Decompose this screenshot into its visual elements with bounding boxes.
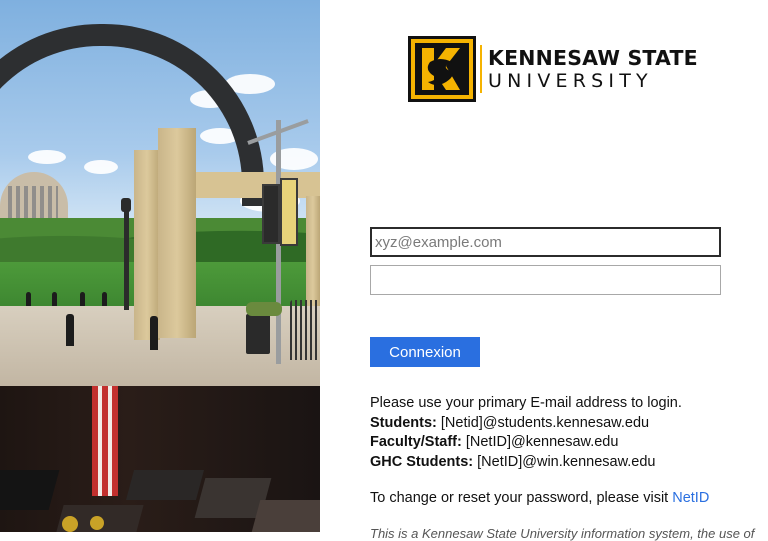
students-format: Students: [Netid]@students.kennesaw.edu [370, 414, 760, 434]
reset-text: To change or reset your password, please… [370, 490, 673, 506]
campus-plaza-scene [0, 0, 320, 386]
gate-pillar [158, 128, 196, 338]
faculty-value: [NetID]@kennesaw.edu [461, 434, 619, 450]
pole-banner [262, 184, 280, 244]
cap-decoration [62, 516, 78, 532]
faculty-label: Faculty/Staff: [370, 434, 462, 450]
graduation-cap [125, 470, 205, 500]
ghc-label: GHC Students: [370, 453, 474, 470]
street-lamp-head [121, 198, 131, 212]
sign-in-button[interactable]: Connexion [370, 337, 480, 367]
ksu-logo: KENNESAW STATE UNIVERSITY [408, 36, 698, 102]
faculty-format: Faculty/Staff: [NetID]@kennesaw.edu [370, 433, 760, 453]
planter [246, 302, 282, 316]
logo-line-1: KENNESAW STATE [488, 46, 698, 70]
ghc-format: GHC Students: [NetID]@win.kennesaw.edu [370, 453, 760, 473]
bollard [26, 292, 31, 306]
pole-banner [280, 178, 298, 246]
bollard [52, 292, 57, 306]
bollard [102, 292, 107, 306]
ksu-logo-mark-icon [408, 36, 476, 102]
flag [92, 386, 118, 496]
ghc-value: [NetID]@win.kennesaw.edu [473, 453, 656, 470]
password-input[interactable] [370, 265, 721, 295]
netid-link[interactable]: NetID [672, 490, 709, 506]
login-panel: KENNESAW STATE UNIVERSITY Connexion Plea… [320, 0, 768, 541]
students-label: Students: [370, 414, 437, 431]
system-notice: This is a Kennesaw State University info… [370, 526, 755, 541]
gate-pillar [306, 196, 320, 306]
bollard [150, 316, 158, 350]
password-reset-text: To change or reset your password, please… [370, 490, 709, 506]
cap-decoration [90, 516, 104, 530]
students-value: [Netid]@students.kennesaw.edu [436, 414, 650, 431]
logo-divider [480, 45, 482, 93]
login-instructions: Please use your primary E-mail address t… [370, 394, 760, 472]
email-input[interactable] [370, 227, 721, 257]
trash-bin [246, 314, 270, 354]
bollard [80, 292, 85, 306]
bollard [66, 314, 74, 346]
street-lamp [124, 200, 129, 310]
logo-line-2: UNIVERSITY [488, 70, 653, 92]
logo-wordmark: KENNESAW STATE UNIVERSITY [488, 46, 698, 92]
gate-pillar [134, 150, 160, 340]
campus-photo [0, 0, 320, 532]
graduation-cap [251, 500, 320, 532]
instructions-intro: Please use your primary E-mail address t… [370, 395, 682, 411]
bike-rack [290, 300, 320, 360]
